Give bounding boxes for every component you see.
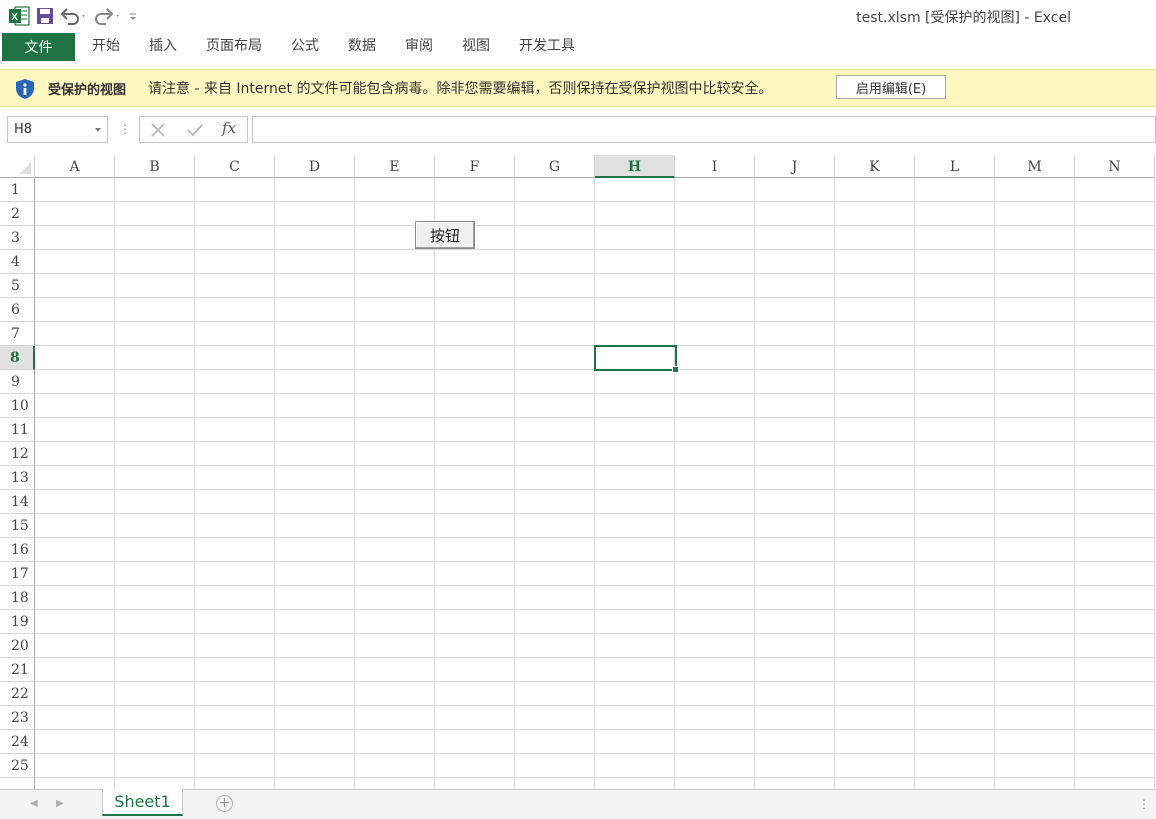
tab-review[interactable]: 审阅: [405, 32, 433, 62]
row-header-18[interactable]: 18: [0, 586, 35, 610]
scroll-left-icon[interactable]: ◀: [30, 798, 38, 809]
name-box-value: H8: [14, 122, 33, 137]
formula-bar: H8 ⋮ fx: [0, 114, 1156, 146]
column-header-i[interactable]: I: [675, 155, 755, 178]
tab-data[interactable]: 数据: [348, 32, 376, 62]
column-header-h[interactable]: H: [595, 155, 675, 178]
form-button[interactable]: 按钮: [415, 221, 475, 249]
info-shield-icon: [14, 78, 36, 104]
add-sheet-button[interactable]: +: [216, 795, 233, 812]
formula-input[interactable]: [252, 116, 1156, 143]
cell-gridlines: [35, 178, 1156, 789]
row-header-10[interactable]: 10: [0, 394, 35, 418]
scroll-right-icon[interactable]: ▶: [56, 798, 64, 809]
row-header-8[interactable]: 8: [0, 346, 35, 370]
row-header-4[interactable]: 4: [0, 250, 35, 274]
row-header-1[interactable]: 1: [0, 178, 35, 202]
column-header-b[interactable]: B: [115, 155, 195, 178]
redo-icon[interactable]: [94, 5, 122, 27]
column-header-g[interactable]: G: [515, 155, 595, 178]
column-header-e[interactable]: E: [355, 155, 435, 178]
tab-formulas[interactable]: 公式: [291, 32, 319, 62]
insert-function-button[interactable]: fx: [222, 119, 236, 137]
excel-logo-icon[interactable]: X: [8, 5, 30, 27]
row-header-14[interactable]: 14: [0, 490, 35, 514]
sheet-tab-bar: ◀ ▶ Sheet1 + ⋮: [0, 789, 1156, 819]
column-header-k[interactable]: K: [835, 155, 915, 178]
undo-icon[interactable]: [60, 5, 88, 27]
row-header-17[interactable]: 17: [0, 562, 35, 586]
row-header-11[interactable]: 11: [0, 418, 35, 442]
row-header-16[interactable]: 16: [0, 538, 35, 562]
tab-page-layout[interactable]: 页面布局: [206, 32, 262, 62]
splitter-icon[interactable]: ⋮: [1138, 797, 1150, 811]
name-box[interactable]: H8: [7, 116, 108, 143]
fill-handle[interactable]: [672, 366, 679, 373]
column-header-a[interactable]: A: [35, 155, 115, 178]
row-header-23[interactable]: 23: [0, 706, 35, 730]
svg-text:X: X: [11, 12, 18, 23]
chevron-down-icon[interactable]: [95, 128, 101, 132]
row-header-12[interactable]: 12: [0, 442, 35, 466]
customize-icon[interactable]: [128, 5, 138, 27]
row-header-partial: [0, 778, 35, 789]
row-header-6[interactable]: 6: [0, 298, 35, 322]
formula-buttons: fx: [139, 116, 248, 143]
ribbon-tab-list: 开始 插入 页面布局 公式 数据 审阅 视图 开发工具: [92, 32, 604, 62]
column-header-n[interactable]: N: [1075, 155, 1155, 178]
save-icon[interactable]: [36, 5, 54, 27]
row-header-3[interactable]: 3: [0, 226, 35, 250]
row-header-13[interactable]: 13: [0, 466, 35, 490]
column-header-d[interactable]: D: [275, 155, 355, 178]
protected-view-message: 请注意 - 来自 Internet 的文件可能包含病毒。除非您需要编辑，否则保持…: [148, 81, 773, 97]
tab-developer[interactable]: 开发工具: [519, 32, 575, 62]
column-header-j[interactable]: J: [755, 155, 835, 178]
worksheet-grid[interactable]: ABCDEFGHIJKLMN 1 2 3 4 5 6 7 8 9 10 11 12 13 14 15 16 17…: [0, 155, 1156, 789]
column-header-c[interactable]: C: [195, 155, 275, 178]
row-header-20[interactable]: 20: [0, 634, 35, 658]
grip-icon[interactable]: ⋮: [119, 122, 131, 136]
select-all-corner[interactable]: [0, 155, 35, 178]
row-header-22[interactable]: 22: [0, 682, 35, 706]
x-icon[interactable]: [150, 123, 166, 137]
row-header-21[interactable]: 21: [0, 658, 35, 682]
row-header-9[interactable]: 9: [0, 370, 35, 394]
enable-editing-button[interactable]: 启用编辑(E): [836, 75, 946, 99]
row-header-19[interactable]: 19: [0, 610, 35, 634]
row-header-15[interactable]: 15: [0, 514, 35, 538]
column-header-l[interactable]: L: [915, 155, 995, 178]
quick-access-toolbar: X: [8, 4, 138, 28]
row-header-25[interactable]: 25: [0, 754, 35, 778]
selected-cell[interactable]: [594, 345, 679, 373]
protected-view-title: 受保护的视图: [48, 83, 127, 98]
ribbon-tabs: 文件 开始 插入 页面布局 公式 数据 审阅 视图 开发工具: [0, 32, 1156, 63]
tab-home[interactable]: 开始: [92, 32, 120, 62]
row-header-2[interactable]: 2: [0, 202, 35, 226]
column-header-m[interactable]: M: [995, 155, 1075, 178]
tab-view[interactable]: 视图: [462, 32, 490, 62]
sheet-tab[interactable]: Sheet1: [102, 789, 183, 816]
protected-view-bar: 受保护的视图 请注意 - 来自 Internet 的文件可能包含病毒。除非您需要…: [0, 69, 1156, 107]
file-tab[interactable]: 文件: [2, 33, 75, 61]
check-icon[interactable]: [186, 123, 204, 137]
row-header-7[interactable]: 7: [0, 322, 35, 346]
window-title: test.xlsm [受保护的视图] - Excel: [856, 10, 1071, 26]
row-header-5[interactable]: 5: [0, 274, 35, 298]
row-header-24[interactable]: 24: [0, 730, 35, 754]
column-header-f[interactable]: F: [435, 155, 515, 178]
title-bar: X test.xlsm [受保护的视图] - Excel: [0, 0, 1156, 32]
tab-insert[interactable]: 插入: [149, 32, 177, 62]
